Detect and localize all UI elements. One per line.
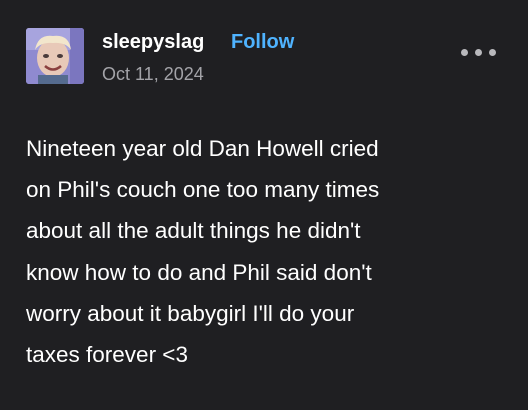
post-body-line: know how to do and Phil said don't <box>26 259 372 285</box>
more-dot <box>475 49 482 56</box>
post-body-line: worry about it babygirl I'll do your <box>26 300 355 326</box>
follow-button[interactable]: Follow <box>231 30 294 54</box>
avatar-image <box>26 28 84 84</box>
more-dot <box>461 49 468 56</box>
post-body-line: taxes forever <3 <box>26 342 188 368</box>
post-body-line: on Phil's couch one too many times <box>26 177 380 203</box>
author-username[interactable]: sleepyslag <box>102 30 204 54</box>
post-body-line: about all the adult things he didn't <box>26 218 361 244</box>
post-card: sleepyslag Follow Oct 11, 2024 Nineteen … <box>0 0 528 410</box>
post-date[interactable]: Oct 11, 2024 <box>102 63 204 85</box>
avatar[interactable] <box>26 28 84 84</box>
more-dot <box>489 49 496 56</box>
post-body-line: Nineteen year old Dan Howell cried <box>26 136 379 161</box>
post-body: Nineteen year old Dan Howell cried on Ph… <box>26 128 506 375</box>
more-options-icon[interactable] <box>458 44 500 62</box>
